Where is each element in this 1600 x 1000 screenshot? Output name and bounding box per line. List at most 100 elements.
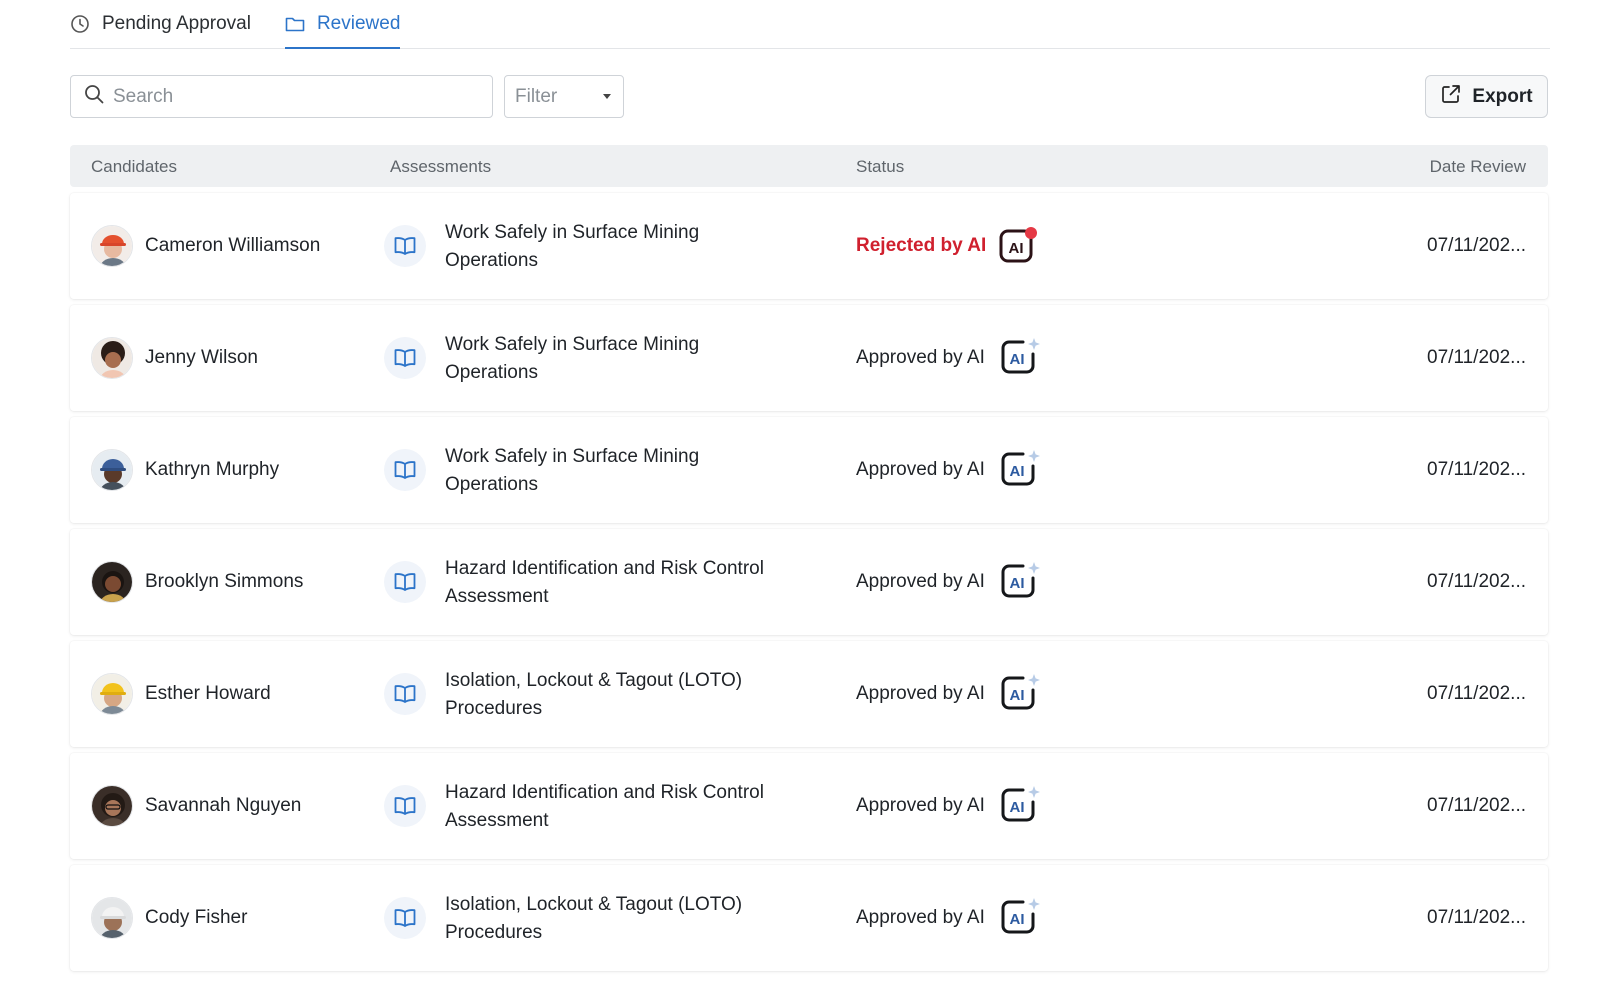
table-row[interactable]: Brooklyn Simmons Hazard Identification a… <box>70 529 1548 635</box>
assessment-line2: Operations <box>445 474 538 495</box>
book-icon <box>384 673 426 715</box>
review-date: 07/11/202... <box>1427 571 1526 592</box>
reviewed-page: Pending Approval Reviewed Filter Export … <box>0 0 1600 1000</box>
table-header: Candidates Assessments Status Date Revie… <box>70 145 1548 187</box>
review-date: 07/11/202... <box>1427 795 1526 816</box>
tab-pending-approval-label: Pending Approval <box>102 13 251 34</box>
column-header-candidates[interactable]: Candidates <box>91 157 177 177</box>
status-badge: Approved by AI <box>856 907 985 928</box>
assessment-line2: Operations <box>445 250 538 271</box>
ai-sparkle-icon: AI <box>998 449 1042 491</box>
candidate-name: Jenny Wilson <box>145 347 258 368</box>
column-header-status[interactable]: Status <box>856 157 904 177</box>
ai-badge-text: AI <box>1010 463 1025 480</box>
assessment-line1: Work Safely in Surface Mining <box>445 222 700 243</box>
avatar <box>91 673 133 715</box>
search-icon <box>83 83 105 110</box>
book-icon <box>384 337 426 379</box>
candidate-name: Brooklyn Simmons <box>145 571 304 592</box>
candidate-name: Cody Fisher <box>145 907 248 928</box>
status-badge: Rejected by AI <box>856 235 987 256</box>
avatar <box>91 785 133 827</box>
assessment-title: Isolation, Lockout & Tagout (LOTO) Proce… <box>445 667 805 723</box>
candidate-name: Cameron Williamson <box>145 235 321 256</box>
ai-badge-text: AI <box>1010 687 1025 704</box>
assessment-line1: Hazard Identification and Risk Control <box>445 558 764 579</box>
review-date: 07/11/202... <box>1427 235 1526 256</box>
tab-bar: Pending Approval Reviewed <box>70 0 1550 49</box>
status-badge: Approved by AI <box>856 459 985 480</box>
book-icon <box>384 561 426 603</box>
review-date: 07/11/202... <box>1427 459 1526 480</box>
avatar <box>91 449 133 491</box>
filter-dropdown[interactable]: Filter <box>504 75 624 118</box>
avatar <box>91 561 133 603</box>
assessment-title: Work Safely in Surface Mining Operations <box>445 219 805 275</box>
ai-sparkle-icon: AI <box>998 673 1042 715</box>
ai-sparkle-icon: AI <box>998 785 1042 827</box>
search-box[interactable] <box>70 75 493 118</box>
assessment-line2: Procedures <box>445 698 543 719</box>
table-row[interactable]: Cody Fisher Isolation, Lockout & Tagout … <box>70 865 1548 971</box>
candidate-name: Savannah Nguyen <box>145 795 302 816</box>
tab-reviewed-label: Reviewed <box>316 13 401 34</box>
caret-down-icon <box>603 94 611 99</box>
status-badge: Approved by AI <box>856 571 985 592</box>
ai-badge-text: AI <box>1010 351 1025 368</box>
status-badge: Approved by AI <box>856 795 985 816</box>
ai-rejected-icon: AI <box>998 225 1042 267</box>
export-label: Export <box>1472 85 1533 107</box>
assessment-title: Hazard Identification and Risk Control A… <box>445 779 805 835</box>
ai-badge-text: AI <box>1010 799 1025 816</box>
column-header-date-review[interactable]: Date Review <box>1430 157 1526 177</box>
review-date: 07/11/202... <box>1427 907 1526 928</box>
assessment-title: Work Safely in Surface Mining Operations <box>445 443 805 499</box>
candidate-name: Kathryn Murphy <box>145 459 280 480</box>
assessment-line2: Assessment <box>445 586 549 607</box>
assessment-line1: Work Safely in Surface Mining <box>445 334 700 355</box>
table-body: Cameron Williamson Work Safely in Surfac… <box>70 193 1548 977</box>
table-row[interactable]: Cameron Williamson Work Safely in Surfac… <box>70 193 1548 299</box>
export-icon <box>1440 83 1462 111</box>
assessment-title: Work Safely in Surface Mining Operations <box>445 331 805 387</box>
assessment-line2: Procedures <box>445 922 543 943</box>
tab-reviewed[interactable]: Reviewed <box>284 0 401 49</box>
review-date: 07/11/202... <box>1427 683 1526 704</box>
ai-sparkle-icon: AI <box>998 337 1042 379</box>
assessment-line1: Isolation, Lockout & Tagout (LOTO) <box>445 670 743 691</box>
book-icon <box>384 785 426 827</box>
export-button[interactable]: Export <box>1425 75 1548 118</box>
book-icon <box>384 897 426 939</box>
assessment-line1: Hazard Identification and Risk Control <box>445 782 764 803</box>
tab-pending-approval[interactable]: Pending Approval <box>70 0 251 48</box>
candidate-name: Esther Howard <box>145 683 271 704</box>
book-icon <box>384 449 426 491</box>
column-header-assessments[interactable]: Assessments <box>390 157 491 177</box>
assessment-line1: Isolation, Lockout & Tagout (LOTO) <box>445 894 743 915</box>
review-date: 07/11/202... <box>1427 347 1526 368</box>
folder-icon <box>285 15 305 33</box>
ai-sparkle-icon: AI <box>998 561 1042 603</box>
assessment-title: Hazard Identification and Risk Control A… <box>445 555 805 611</box>
status-badge: Approved by AI <box>856 347 985 368</box>
avatar <box>91 337 133 379</box>
assessment-line2: Operations <box>445 362 538 383</box>
ai-badge-text: AI <box>1010 911 1025 928</box>
avatar <box>91 897 133 939</box>
table-row[interactable]: Savannah Nguyen Hazard Identification an… <box>70 753 1548 859</box>
ai-badge-text: AI <box>1010 575 1025 592</box>
status-badge: Approved by AI <box>856 683 985 704</box>
table-row[interactable]: Esther Howard Isolation, Lockout & Tagou… <box>70 641 1548 747</box>
assessment-line2: Assessment <box>445 810 549 831</box>
table-row[interactable]: Kathryn Murphy Work Safely in Surface Mi… <box>70 417 1548 523</box>
ai-badge-text: AI <box>1009 240 1024 257</box>
table-row[interactable]: Jenny Wilson Work Safely in Surface Mini… <box>70 305 1548 411</box>
assessment-title: Isolation, Lockout & Tagout (LOTO) Proce… <box>445 891 805 947</box>
assessment-line1: Work Safely in Surface Mining <box>445 446 700 467</box>
clock-icon <box>70 14 90 34</box>
filter-label: Filter <box>515 85 558 107</box>
search-input[interactable] <box>113 85 453 108</box>
book-icon <box>384 225 426 267</box>
avatar <box>91 225 133 267</box>
ai-sparkle-icon: AI <box>998 897 1042 939</box>
